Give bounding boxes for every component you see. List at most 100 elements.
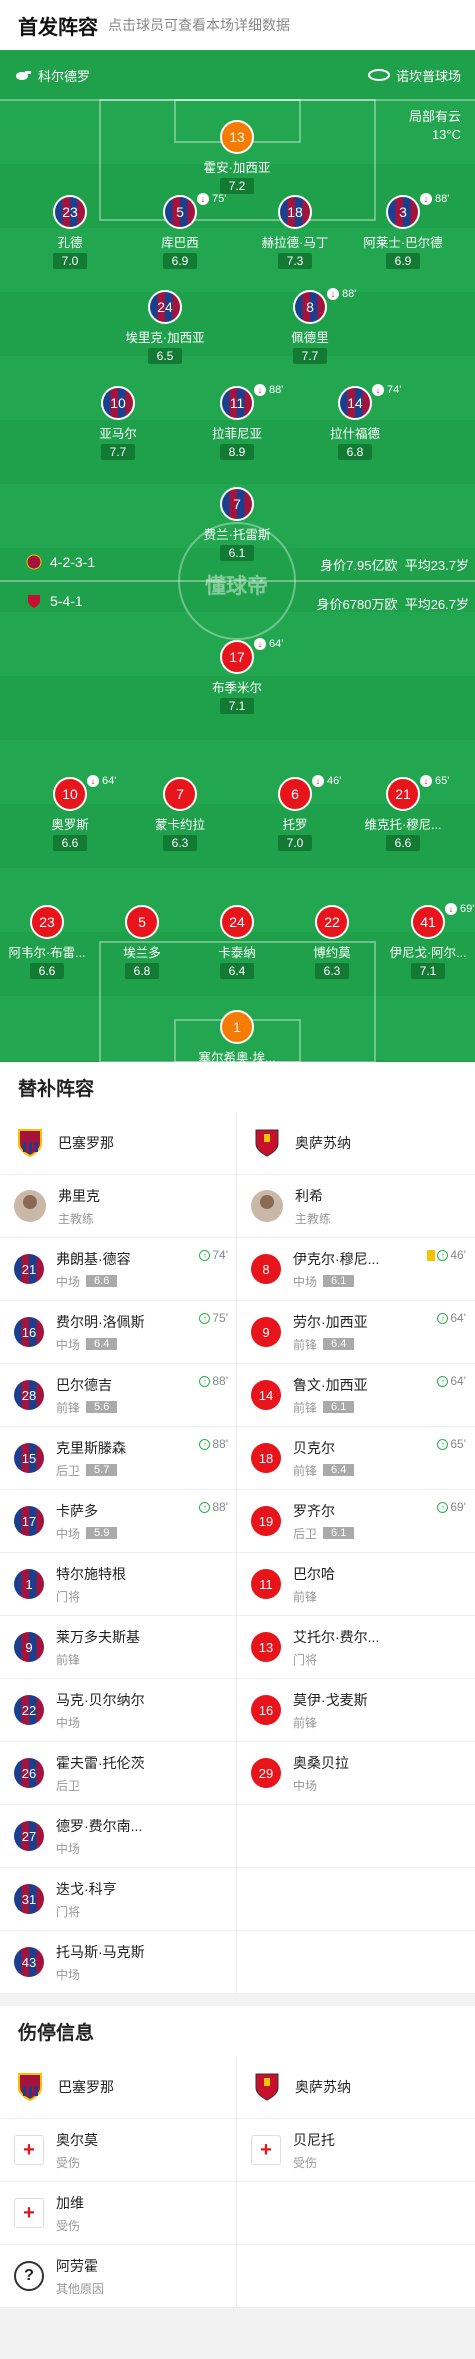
sub-player[interactable]: 1 特尔施特根 门将 <box>0 1553 237 1615</box>
sub-player[interactable]: 43 托马斯·马克斯 中场 <box>0 1931 237 1993</box>
injury-row: + 加维 受伤 <box>0 2182 475 2245</box>
barca-player[interactable]: 18 赫拉德·马丁 7.3 <box>245 195 345 270</box>
player-position: 前锋 <box>56 1651 140 1668</box>
sub-on-icon: ↑ <box>437 1501 449 1513</box>
injury-reason: 受伤 <box>293 2155 318 2170</box>
home-team-header[interactable]: 巴塞罗那 <box>0 1112 237 1174</box>
player-number-badge: 8 <box>251 1254 281 1284</box>
injured-player[interactable]: + 加维 受伤 <box>0 2182 237 2244</box>
player-rating: 7.7 <box>100 444 136 460</box>
barca-player[interactable]: 11 ↓ 88' 拉菲尼亚 8.9 <box>187 384 287 461</box>
osasuna-player[interactable]: 1塞尔希奥·埃...7.0 <box>187 1010 287 1062</box>
home-team-header[interactable]: 巴塞罗那 <box>0 2056 237 2118</box>
osasuna-player[interactable]: 6 ↓ 46' 托罗 7.0 <box>245 775 345 852</box>
sub-player[interactable]: 19 罗齐尔 后卫 6.1 ↑ 69' <box>237 1490 474 1552</box>
injured-player[interactable]: ? 阿劳霍 其他原因 <box>0 2245 237 2307</box>
sub-player[interactable]: 16 莫伊·戈麦斯 前锋 <box>237 1679 474 1741</box>
home-coach[interactable]: 弗里克 主教练 <box>0 1175 237 1237</box>
player-number-badge: 7 <box>220 487 254 521</box>
injured-player[interactable]: + 奥尔莫 受伤 <box>0 2119 237 2181</box>
barca-player[interactable]: 8 ↓ 88' 佩德里 7.7 <box>260 288 360 365</box>
away-coach[interactable]: 利希 主教练 <box>237 1175 474 1237</box>
sub-player[interactable]: 8 伊克尔·穆尼... 中场 6.1 ↑ 46' <box>237 1238 474 1300</box>
subs-row: 31 迭戈·科亨 门将 <box>0 1868 475 1931</box>
position-label: 前锋 <box>56 1652 81 1667</box>
sub-player[interactable]: 22 马克·贝尔纳尔 中场 <box>0 1679 237 1741</box>
barcelona-crest-icon <box>26 554 42 570</box>
player-info: 鲁文·加西亚 前锋 6.1 <box>293 1375 368 1416</box>
osasuna-player[interactable]: 24 卡泰纳 6.4 <box>187 905 287 980</box>
player-info: 加维 受伤 <box>56 2193 84 2234</box>
barca-player[interactable]: 14 ↓ 74' 拉什福德 6.8 <box>305 384 405 461</box>
injured-player[interactable]: + 贝尼托 受伤 <box>237 2119 474 2181</box>
player-name: 奥桑贝拉 <box>293 1754 349 1771</box>
player-name: 德罗·费尔南... <box>56 1817 143 1834</box>
player-number-badge: 14 ↓ 74' <box>338 384 401 420</box>
sub-off-icon: ↓ <box>254 384 266 396</box>
osasuna-player[interactable]: 17 ↓ 64' 布季米尔 7.1 <box>187 638 287 715</box>
player-name: 贝尼托 <box>293 2131 335 2148</box>
player-rating: 5.6 <box>86 1401 118 1413</box>
player-name: 迭戈·科亨 <box>56 1880 117 1897</box>
away-team-header[interactable]: 奥萨苏纳 <box>237 2056 474 2118</box>
player-info: 莱万多夫斯基 前锋 <box>56 1627 140 1668</box>
question-icon: ? <box>14 2261 44 2291</box>
sub-player[interactable]: 28 巴尔德吉 前锋 5.6 ↑ 88' <box>0 1364 237 1426</box>
barca-player[interactable]: 5 ↓ 75' 库巴西 6.9 <box>130 193 230 270</box>
injury-icon: + <box>14 2198 44 2228</box>
subs-row: 17 卡萨多 中场 5.9 ↑ 88' 19 罗齐尔 后卫 6.1 ↑ 69' <box>0 1490 475 1553</box>
sub-player[interactable]: 29 奥桑贝拉 中场 <box>237 1742 474 1804</box>
sub-player[interactable]: 9 莱万多夫斯基 前锋 <box>0 1616 237 1678</box>
away-team-header[interactable]: 奥萨苏纳 <box>237 1112 474 1174</box>
page-subtitle: 点击球员可查看本场详细数据 <box>108 17 290 33</box>
player-info: 罗齐尔 后卫 6.1 <box>293 1501 355 1542</box>
sub-player[interactable]: 17 卡萨多 中场 5.9 ↑ 88' <box>0 1490 237 1552</box>
sub-off-icon: ↓ <box>420 193 432 205</box>
osasuna-player[interactable]: 23 阿韦尔·布雷... 6.6 <box>0 905 97 980</box>
sub-player[interactable]: 16 费尔明·洛佩斯 中场 6.4 ↑ 75' <box>0 1301 237 1363</box>
barca-player[interactable]: 7 费兰·托雷斯 6.1 <box>187 487 287 562</box>
osasuna-player[interactable]: 10 ↓ 64' 奥罗斯 6.6 <box>20 775 120 852</box>
osasuna-player[interactable]: 5 埃兰多 6.8 <box>92 905 192 980</box>
sub-player[interactable]: 15 克里斯滕森 后卫 5.7 ↑ 88' <box>0 1427 237 1489</box>
sub-player[interactable]: 31 迭戈·科亨 门将 <box>0 1868 237 1930</box>
sub-player[interactable]: 21 弗朗基·德容 中场 6.6 ↑ 74' <box>0 1238 237 1300</box>
player-number-badge: 10 <box>101 386 135 420</box>
empty-cell <box>237 1931 474 1993</box>
barca-player[interactable]: 24 埃里克·加西亚 6.5 <box>115 290 215 365</box>
osasuna-player[interactable]: 22 博约莫 6.3 <box>282 905 382 980</box>
sub-off-indicator: ↓ 64' <box>254 638 283 650</box>
position-label: 中场 <box>56 1526 81 1541</box>
barca-player[interactable]: 10 亚马尔 7.7 <box>68 386 168 461</box>
empty-cell <box>237 1805 474 1867</box>
sub-player[interactable]: 27 德罗·费尔南... 中场 <box>0 1805 237 1867</box>
injury-icon: + <box>14 2135 44 2165</box>
sub-player[interactable]: 26 霍夫雷·托伦茨 后卫 <box>0 1742 237 1804</box>
sub-minute: 46' <box>327 775 342 787</box>
sub-player[interactable]: 9 劳尔·加西亚 前锋 6.4 ↑ 64' <box>237 1301 474 1363</box>
player-number-badge: 15 <box>14 1443 44 1473</box>
player-name: 巴尔哈 <box>293 1565 335 1582</box>
barca-player[interactable]: 23 孔德 7.0 <box>20 195 120 270</box>
sub-player[interactable]: 11 巴尔哈 前锋 <box>237 1553 474 1615</box>
page-title: 首发阵容 <box>18 16 98 39</box>
injury-row: ? 阿劳霍 其他原因 <box>0 2245 475 2308</box>
player-rating: 6.5 <box>147 348 183 364</box>
sub-on-icon: ↑ <box>437 1375 449 1387</box>
player-name: 赫拉德·马丁 <box>261 236 329 250</box>
sub-minute: 88' <box>212 1374 228 1388</box>
position-label: 门将 <box>293 1652 318 1667</box>
player-name: 加维 <box>56 2194 84 2211</box>
osasuna-player[interactable]: 21 ↓ 65' 维克托·穆尼... 6.6 <box>353 775 453 852</box>
barca-player[interactable]: 3 ↓ 88' 阿莱士·巴尔德 6.9 <box>353 193 453 270</box>
osasuna-player[interactable]: 7 蒙卡约拉 6.3 <box>130 777 230 852</box>
sub-off-icon: ↓ <box>312 775 324 787</box>
sub-player[interactable]: 13 艾托尔·费尔... 门将 <box>237 1616 474 1678</box>
sub-player[interactable]: 14 鲁文·加西亚 前锋 6.1 ↑ 64' <box>237 1364 474 1426</box>
osasuna-player[interactable]: 41 ↓ 69' 伊尼戈·阿尔... 7.1 <box>378 903 475 980</box>
sub-player[interactable]: 18 贝克尔 前锋 6.4 ↑ 65' <box>237 1427 474 1489</box>
player-rating: 6.1 <box>219 545 255 561</box>
player-rating: 7.0 <box>277 835 313 851</box>
sub-on-indicator: ↑ 64' <box>437 1311 466 1325</box>
barca-player[interactable]: 13 霍安·加西亚 7.2 <box>187 120 287 195</box>
